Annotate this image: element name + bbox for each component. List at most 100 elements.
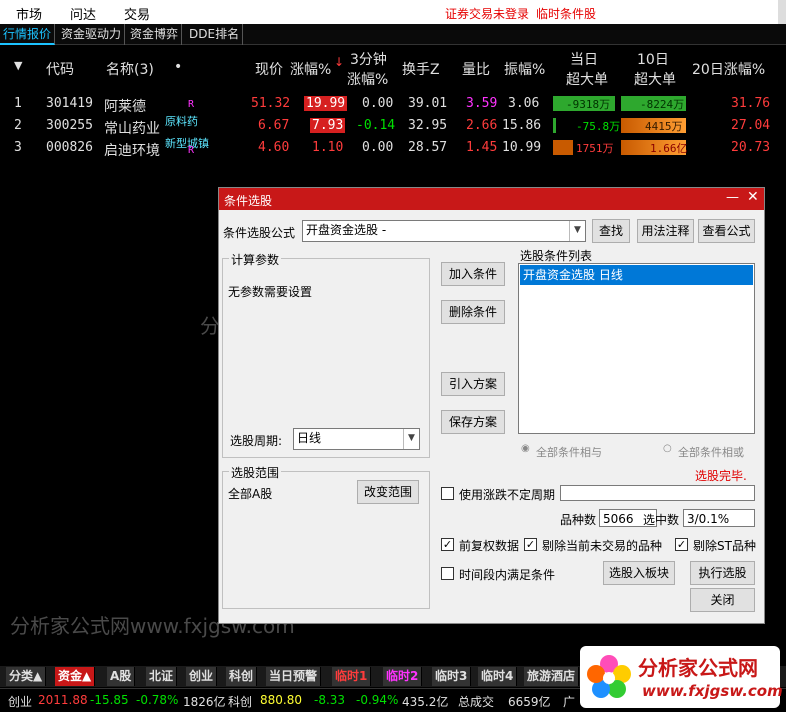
row-code[interactable]: 300255 <box>46 118 93 133</box>
tab-temp1[interactable]: 临时1 <box>332 667 372 686</box>
row-name[interactable]: 常山药业 <box>104 118 160 138</box>
status-extra: 广 <box>563 695 576 709</box>
tab-beijing[interactable]: 北证 <box>146 667 178 686</box>
chevron-down-icon[interactable]: ▼ <box>569 221 585 241</box>
row-code[interactable]: 301419 <box>46 96 93 111</box>
col-name[interactable]: 名称(3) <box>106 59 154 79</box>
count-label: 品种数 <box>560 513 597 527</box>
status-star-amount: 435.2亿 <box>402 695 449 709</box>
formula-select[interactable]: 开盘资金选股 - ▼ <box>302 220 586 242</box>
col-volratio[interactable]: 量比 <box>462 59 490 79</box>
sort-desc-icon: ↓ <box>334 55 345 69</box>
col-change[interactable]: 涨幅% <box>290 59 331 79</box>
tab-travel[interactable]: 旅游酒店 <box>524 667 580 686</box>
tab-temp2[interactable]: 临时2 <box>383 667 423 686</box>
uncertain-period-input[interactable] <box>560 485 755 501</box>
bigtoday-bar <box>553 140 573 155</box>
row-change3: -0.14 <box>356 118 396 133</box>
alert-temp-stocks[interactable]: 临时条件股 <box>536 5 596 22</box>
tab-fund-drive[interactable]: 资金驱动力 <box>58 24 126 45</box>
scope-group: 选股范围 全部A股 改变范围 <box>222 464 430 609</box>
site-logo: 分析家公式网 www.fxjgsw.com <box>580 646 783 708</box>
selected-value: 3/0.1% <box>683 509 755 527</box>
col-change3-line1[interactable]: 3分钟 <box>350 49 387 69</box>
dialog-title: 条件选股 <box>224 194 273 208</box>
exclude-st-checkbox[interactable]: ✓ <box>675 538 688 551</box>
timerange-label[interactable]: 时间段内满足条件 <box>459 566 555 583</box>
condition-list[interactable]: 开盘资金选股 日线 <box>518 263 755 434</box>
radio-and-icon[interactable]: ◉ <box>521 443 530 454</box>
col-dot[interactable]: • <box>174 59 182 75</box>
table-row[interactable]: 3 000826 启迪环境 新型城镇 R 4.60 1.10 0.00 28.5… <box>0 137 786 159</box>
row-big10: 1.66亿 <box>650 142 688 155</box>
tab-quotes[interactable]: 行情报价 <box>0 24 56 45</box>
row-code[interactable]: 000826 <box>46 140 93 155</box>
col-bigtoday-line1[interactable]: 当日 <box>570 49 598 69</box>
run-select-button[interactable]: 执行选股 <box>690 561 755 585</box>
close-button[interactable]: 关闭 <box>690 588 755 612</box>
tab-temp4[interactable]: 临时4 <box>478 667 518 686</box>
tab-fund[interactable]: 资金▲ <box>55 667 96 686</box>
menu-trade[interactable]: 交易 <box>124 4 150 23</box>
col-big10-line1[interactable]: 10日 <box>637 49 669 69</box>
row-name[interactable]: 启迪环境 <box>104 140 160 160</box>
menu-market[interactable]: 市场 <box>16 4 42 23</box>
tab-temp3[interactable]: 临时3 <box>432 667 472 686</box>
col-big10-line2[interactable]: 超大单 <box>634 69 676 89</box>
row-index: 3 <box>14 140 22 155</box>
exclude-notrade-label[interactable]: 剔除当前未交易的品种 <box>542 537 662 554</box>
exclude-st-label[interactable]: 剔除ST品种 <box>693 537 756 554</box>
col-change3-line2[interactable]: 涨幅% <box>347 69 388 89</box>
radio-and-label[interactable]: 全部条件相与 <box>536 444 602 460</box>
adjust-checkbox[interactable]: ✓ <box>441 538 454 551</box>
uncertain-period-label[interactable]: 使用涨跌不定周期 <box>459 486 555 503</box>
table-row[interactable]: 2 300255 常山药业 原料药 6.67 7.93 -0.14 32.95 … <box>0 115 786 137</box>
add-condition-button[interactable]: 加入条件 <box>441 262 505 286</box>
sort-dropdown-icon[interactable]: ▼ <box>14 59 22 72</box>
dialog-titlebar[interactable]: 条件选股 — ✕ <box>219 188 764 210</box>
tab-category[interactable]: 分类▲ <box>6 667 47 686</box>
col-amplitude[interactable]: 振幅% <box>504 59 545 79</box>
scope-title: 选股范围 <box>229 464 282 481</box>
condition-select-dialog: 条件选股 — ✕ 条件选股公式 开盘资金选股 - ▼ 查找 用法注释 查看公式 … <box>218 187 765 624</box>
col-change20[interactable]: 20日涨幅% <box>692 59 765 79</box>
import-scheme-button[interactable]: 引入方案 <box>441 372 505 396</box>
change-scope-button[interactable]: 改变范围 <box>357 480 419 504</box>
tab-chinext[interactable]: 创业 <box>186 667 218 686</box>
radio-or-icon[interactable]: ○ <box>663 443 672 454</box>
period-select[interactable]: 日线 ▼ <box>293 428 420 450</box>
delete-condition-button[interactable]: 删除条件 <box>441 300 505 324</box>
col-turnover[interactable]: 换手Z <box>402 59 440 79</box>
adjust-label[interactable]: 前复权数据 <box>459 537 519 554</box>
radio-or-label[interactable]: 全部条件相或 <box>678 444 744 460</box>
minimize-icon[interactable]: — <box>726 190 739 205</box>
row-turnover: 28.57 <box>408 140 448 155</box>
tab-star[interactable]: 科创 <box>226 667 258 686</box>
period-label: 选股周期: <box>230 434 283 448</box>
row-change: 19.99 <box>304 96 348 111</box>
col-bigtoday-line2[interactable]: 超大单 <box>566 69 608 89</box>
menu-wenda[interactable]: 问达 <box>70 4 96 23</box>
tab-daily-alert[interactable]: 当日预警 <box>266 667 322 686</box>
tab-a-shares[interactable]: A股 <box>107 667 136 686</box>
tab-fund-game[interactable]: 资金博弈 <box>127 24 183 45</box>
chevron-down-icon[interactable]: ▼ <box>403 429 419 449</box>
tab-dde-rank[interactable]: DDE排名 <box>186 24 244 45</box>
col-code[interactable]: 代码 <box>46 59 74 79</box>
view-formula-button[interactable]: 查看公式 <box>698 219 755 243</box>
add-to-board-button[interactable]: 选股入板块 <box>603 561 675 585</box>
find-button[interactable]: 查找 <box>592 219 630 243</box>
table-row[interactable]: 1 301419 阿莱德 R 51.32 19.99 0.00 39.01 3.… <box>0 93 786 115</box>
status-chinext-change: -15.85 <box>90 693 129 707</box>
close-icon[interactable]: ✕ <box>747 189 759 205</box>
uncertain-period-checkbox[interactable] <box>441 487 454 500</box>
row-name[interactable]: 阿莱德 <box>104 96 146 116</box>
row-change: 7.93 <box>310 118 346 133</box>
alert-not-logged-in[interactable]: 证券交易未登录 <box>445 5 529 22</box>
exclude-notrade-checkbox[interactable]: ✓ <box>524 538 537 551</box>
save-scheme-button[interactable]: 保存方案 <box>441 410 505 434</box>
usage-notes-button[interactable]: 用法注释 <box>637 219 694 243</box>
condition-list-item[interactable]: 开盘资金选股 日线 <box>520 265 753 285</box>
col-price[interactable]: 现价 <box>255 59 283 79</box>
timerange-checkbox[interactable] <box>441 567 454 580</box>
